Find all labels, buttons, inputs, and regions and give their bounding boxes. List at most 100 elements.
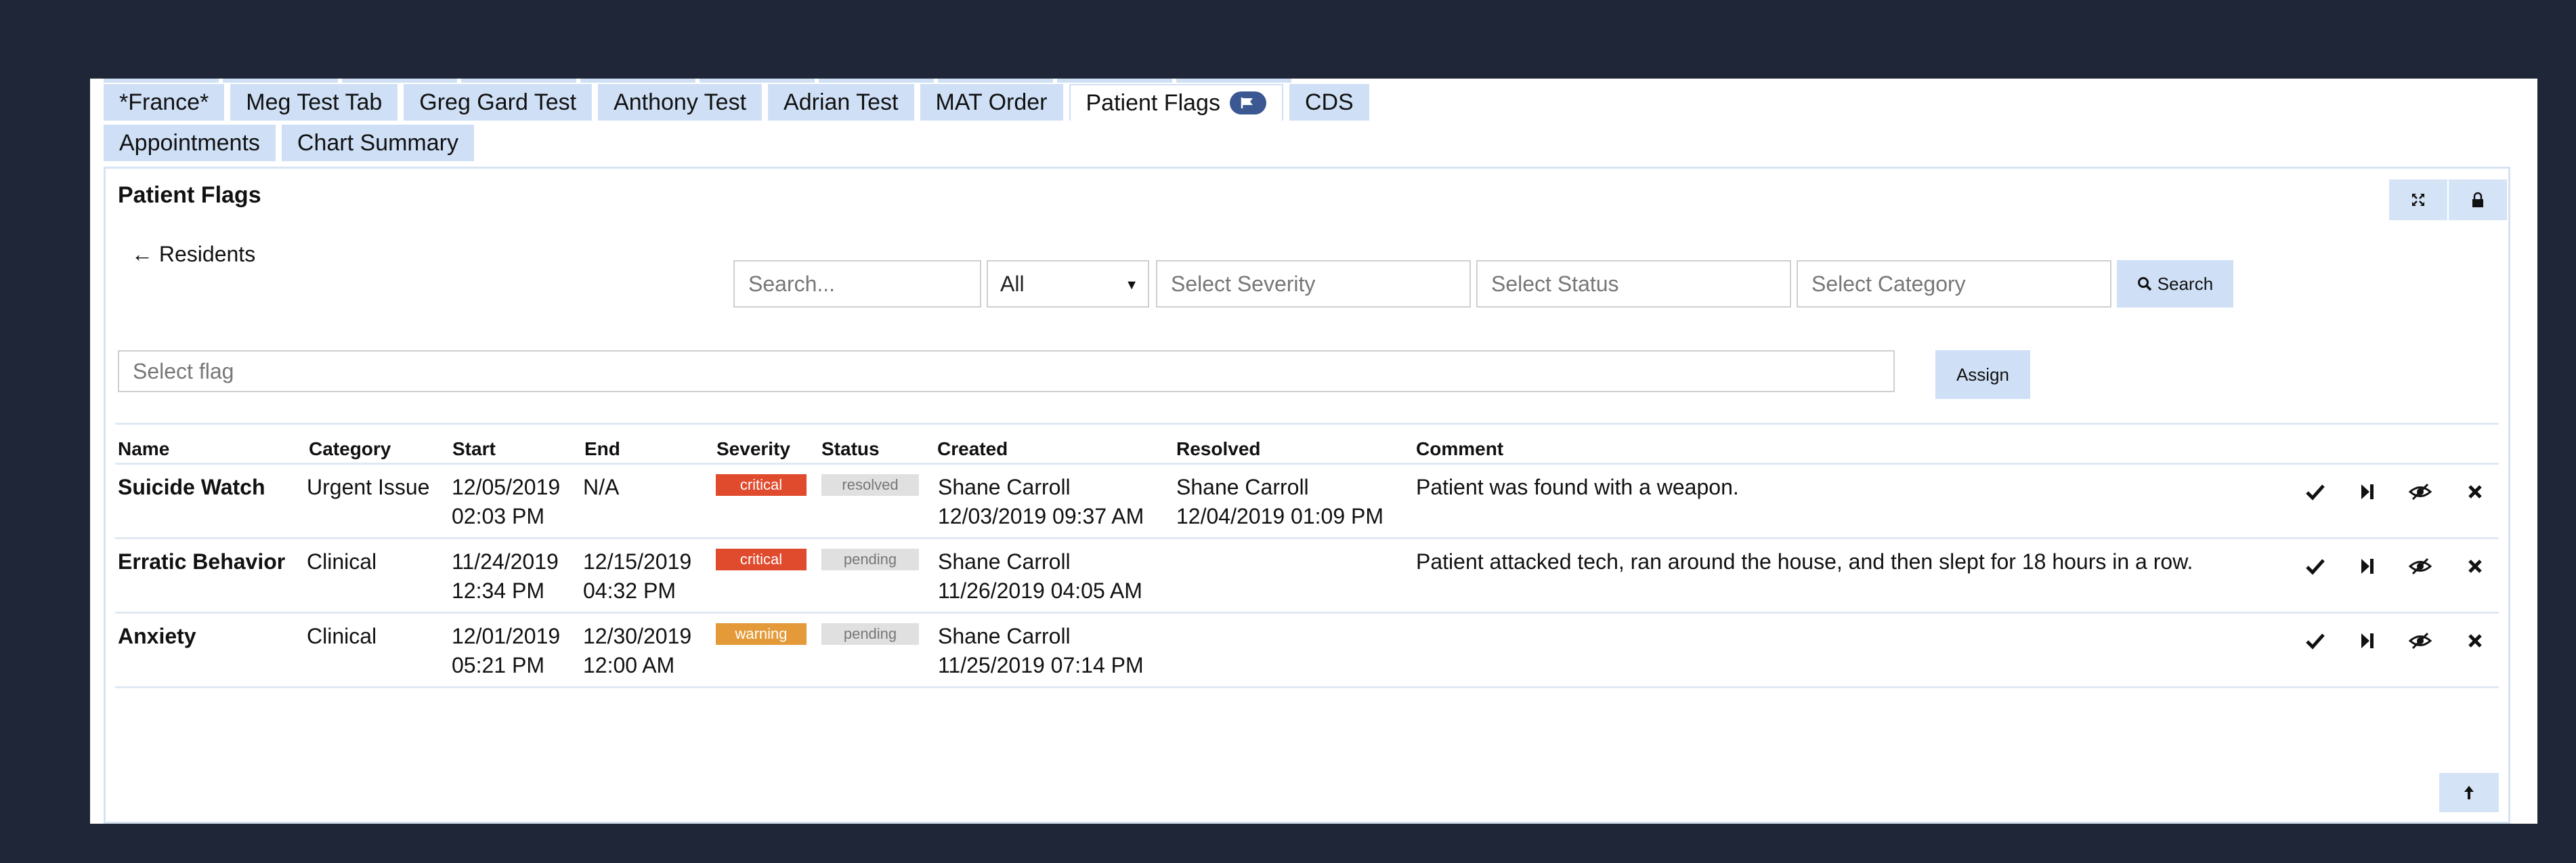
flag-end: 12/30/2019 12:00 AM: [583, 622, 691, 680]
hide-icon[interactable]: [2407, 553, 2434, 580]
assign-button[interactable]: Assign: [1935, 350, 2030, 399]
flag-comment: Patient attacked tech, ran around the ho…: [1416, 549, 2193, 574]
check-icon[interactable]: [2302, 553, 2329, 580]
col-comment: Comment: [1416, 438, 1504, 459]
tab-adrian-test[interactable]: Adrian Test: [768, 84, 914, 121]
created-at: 11/26/2019 04:05 AM: [938, 578, 1142, 603]
flag-name: Suicide Watch: [118, 475, 265, 499]
flag-name: Anxiety: [118, 624, 196, 648]
tab-anthony-test[interactable]: Anthony Test: [598, 84, 763, 121]
end-date: 12/15/2019: [583, 549, 692, 574]
tab-appointments[interactable]: Appointments: [104, 125, 276, 161]
patient-flags-panel: Patient Flags ← Residents Search... All …: [104, 167, 2510, 824]
skip-forward-icon[interactable]: [2354, 553, 2381, 580]
tab-strip-overflow: [104, 79, 1291, 83]
created-by: Shane Carroll: [938, 549, 1071, 574]
tab-chart-summary[interactable]: Chart Summary: [281, 125, 474, 161]
created-by: Shane Carroll: [938, 475, 1071, 499]
tab-france[interactable]: *France*: [104, 84, 225, 121]
start-date: 12/05/2019: [452, 475, 561, 499]
tab-row-secondary: Appointments Chart Summary: [104, 125, 474, 161]
col-status: Status: [821, 438, 880, 459]
hide-icon[interactable]: [2407, 478, 2434, 505]
panel-title: Patient Flags: [118, 182, 261, 208]
status-badge: resolved: [821, 474, 919, 496]
app-window: *France* Meg Test Tab Greg Gard Test Ant…: [90, 79, 2537, 824]
scroll-to-top-button[interactable]: [2439, 773, 2499, 812]
start-date: 12/01/2019: [452, 624, 561, 648]
hide-icon[interactable]: [2407, 627, 2434, 654]
expand-icon: [2412, 194, 2424, 206]
close-icon[interactable]: [2462, 553, 2489, 580]
tab-patient-flags[interactable]: Patient Flags: [1069, 84, 1283, 121]
arrow-up-icon: [2464, 786, 2474, 799]
table-row: Suicide Watch Urgent Issue 12/05/2019 02:…: [115, 465, 2499, 539]
close-icon[interactable]: [2462, 478, 2489, 505]
search-input[interactable]: Search...: [733, 260, 981, 308]
end-time: 04:32 PM: [583, 578, 676, 603]
tab-patient-flags-label: Patient Flags: [1086, 90, 1220, 116]
tab-row-primary: *France* Meg Test Tab Greg Gard Test Ant…: [104, 84, 1369, 121]
severity-badge: critical: [716, 549, 807, 570]
flag-start: 12/01/2019 05:21 PM: [452, 622, 560, 680]
status-select[interactable]: Select Status: [1476, 260, 1791, 308]
severity-select[interactable]: Select Severity: [1156, 260, 1471, 308]
flag-start: 12/05/2019 02:03 PM: [452, 473, 560, 531]
created-at: 11/25/2019 07:14 PM: [938, 653, 1144, 677]
search-button[interactable]: Search: [2117, 260, 2233, 308]
table-header-row: Name Category Start End Severity Status …: [115, 423, 2499, 465]
start-date: 11/24/2019: [452, 549, 559, 574]
flag-category: Urgent Issue: [307, 475, 430, 499]
skip-forward-icon[interactable]: [2354, 627, 2381, 654]
start-time: 02:03 PM: [452, 504, 544, 528]
check-icon[interactable]: [2302, 627, 2329, 654]
end-date: N/A: [583, 475, 620, 499]
lock-button[interactable]: [2449, 180, 2507, 220]
table-row: Anxiety Clinical 12/01/2019 05:21 PM 12/3…: [115, 614, 2499, 688]
status-badge: pending: [821, 549, 919, 570]
flag-created: Shane Carroll 12/03/2019 09:37 AM: [938, 473, 1144, 531]
tab-mat-order[interactable]: MAT Order: [920, 84, 1063, 121]
end-time: 12:00 AM: [583, 653, 675, 677]
skip-forward-icon[interactable]: [2354, 478, 2381, 505]
scope-select[interactable]: All ▼: [987, 260, 1149, 308]
flag-icon: [1229, 91, 1266, 114]
col-start: Start: [452, 438, 496, 459]
flag-created: Shane Carroll 11/26/2019 04:05 AM: [938, 547, 1142, 606]
col-resolved: Resolved: [1176, 438, 1261, 459]
flag-category: Clinical: [307, 549, 377, 574]
tab-cds[interactable]: CDS: [1289, 84, 1369, 121]
search-icon: [2137, 277, 2152, 291]
tab-greg-gard-test[interactable]: Greg Gard Test: [404, 84, 593, 121]
col-end: End: [584, 438, 620, 459]
table-row: Erratic Behavior Clinical 11/24/2019 12:3…: [115, 539, 2499, 614]
back-to-residents-link[interactable]: ← Residents: [131, 242, 255, 267]
check-icon[interactable]: [2302, 478, 2329, 505]
tab-meg-test[interactable]: Meg Test Tab: [230, 84, 398, 121]
severity-badge: warning: [716, 623, 807, 645]
caret-down-icon: ▼: [1125, 278, 1138, 293]
category-select[interactable]: Select Category: [1797, 260, 2111, 308]
flag-end: 12/15/2019 04:32 PM: [583, 547, 691, 606]
close-icon[interactable]: [2462, 627, 2489, 654]
created-at: 12/03/2019 09:37 AM: [938, 504, 1144, 528]
flag-select[interactable]: Select flag: [118, 350, 1895, 392]
col-category: Category: [309, 438, 391, 459]
end-date: 12/30/2019: [583, 624, 692, 648]
start-time: 12:34 PM: [452, 578, 544, 603]
flag-created: Shane Carroll 11/25/2019 07:14 PM: [938, 622, 1144, 680]
col-created: Created: [937, 438, 1008, 459]
flag-start: 11/24/2019 12:34 PM: [452, 547, 559, 606]
resolved-by: Shane Carroll: [1176, 475, 1309, 499]
flag-resolved: Shane Carroll 12/04/2019 01:09 PM: [1176, 473, 1383, 531]
lock-icon: [2472, 192, 2483, 207]
flags-table: Name Category Start End Severity Status …: [115, 423, 2499, 688]
resolved-at: 12/04/2019 01:09 PM: [1176, 504, 1384, 528]
expand-button[interactable]: [2389, 180, 2447, 220]
start-time: 05:21 PM: [452, 653, 544, 677]
severity-badge: critical: [716, 474, 807, 496]
scope-select-value: All: [1000, 271, 1025, 296]
flag-category: Clinical: [307, 624, 377, 648]
search-button-label: Search: [2157, 273, 2214, 294]
flag-comment: Patient was found with a weapon.: [1416, 475, 1739, 499]
